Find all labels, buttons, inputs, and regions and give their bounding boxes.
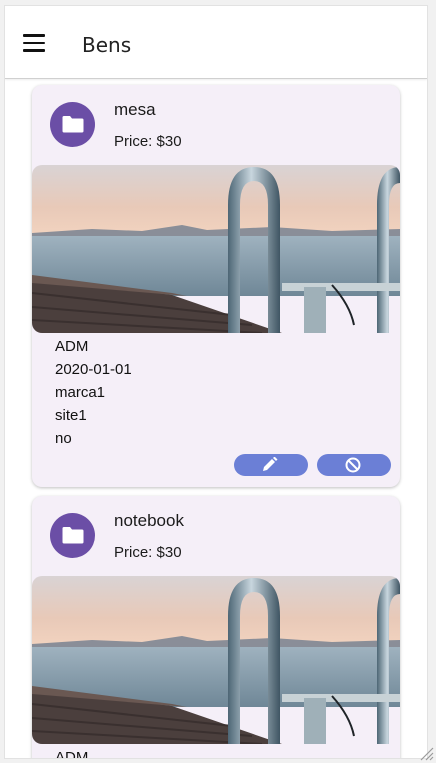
folder-icon — [62, 527, 84, 544]
folder-icon — [62, 116, 84, 133]
card-avatar — [50, 102, 95, 147]
menu-icon[interactable] — [23, 34, 45, 52]
detail-item: 2020-01-01 — [55, 361, 132, 378]
edit-icon — [263, 457, 278, 471]
detail-list: ADM — [55, 746, 88, 758]
detail-item: marca1 — [55, 384, 106, 401]
detail-list: ADM 2020-01-01 marca1 site1 no — [55, 335, 132, 450]
card-title: mesa — [114, 100, 156, 119]
card-avatar — [50, 513, 95, 558]
detail-item: ADM — [55, 338, 89, 355]
disable-button[interactable] — [317, 454, 391, 476]
card-price: Price: $30 — [114, 133, 182, 150]
detail-item: no — [55, 430, 72, 447]
page-title: Bens — [82, 33, 132, 57]
block-icon — [345, 457, 361, 473]
card-price: Price: $30 — [114, 544, 182, 561]
edit-button[interactable] — [234, 454, 308, 476]
card-title: notebook — [114, 511, 184, 530]
card-image — [32, 576, 400, 744]
card-image — [32, 165, 400, 333]
app-bar: Bens — [5, 6, 427, 79]
resize-grip-icon[interactable] — [418, 745, 434, 761]
app-window: Bens mesa Price: $30 ADM 2020-01-01 marc… — [5, 6, 427, 758]
detail-item: site1 — [55, 407, 87, 424]
asset-list[interactable]: mesa Price: $30 ADM 2020-01-01 marca1 si… — [5, 79, 427, 758]
detail-item: ADM — [55, 749, 89, 758]
asset-card: notebook Price: $30 ADM — [32, 496, 400, 758]
asset-card: mesa Price: $30 ADM 2020-01-01 marca1 si… — [32, 85, 400, 487]
